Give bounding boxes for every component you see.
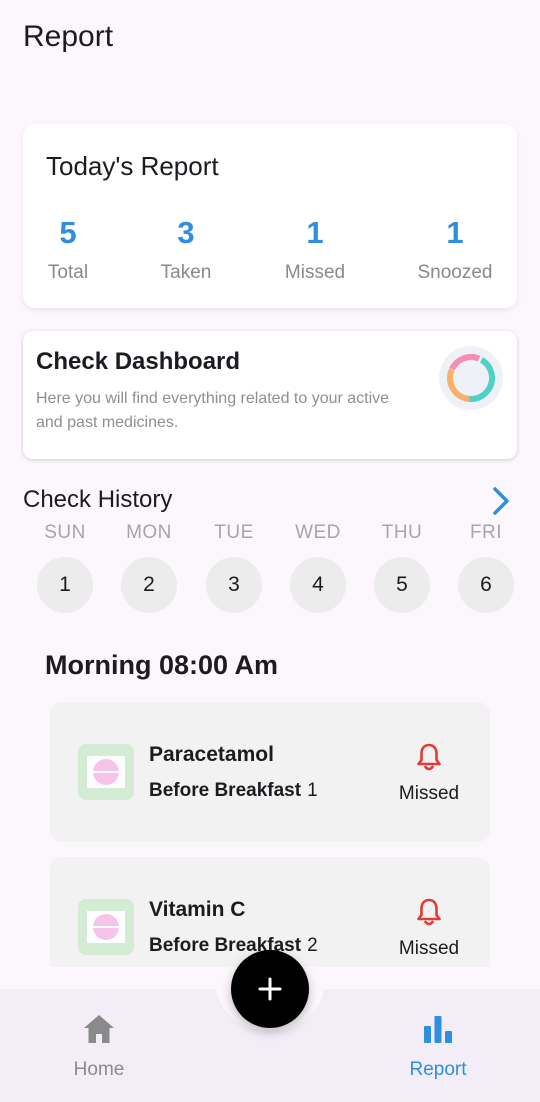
bell-icon <box>417 898 441 926</box>
stat-missed: 1 Missed <box>260 214 370 284</box>
home-icon <box>84 1015 114 1043</box>
stat-label: Snoozed <box>417 262 493 283</box>
day-name: SUN <box>44 522 86 543</box>
stat-label: Missed <box>284 262 346 283</box>
medicine-quantity: 1 <box>307 780 318 801</box>
day-date[interactable]: 5 <box>374 557 430 613</box>
pill-icon <box>78 744 134 800</box>
medicine-list: Paracetamol Before Breakfast 1 Missed Vit… <box>50 702 490 967</box>
pill-icon <box>78 899 134 955</box>
stat-label: Total <box>47 262 89 283</box>
day-name: TUE <box>214 522 254 543</box>
day-date[interactable]: 1 <box>37 557 93 613</box>
chevron-right-icon[interactable] <box>488 484 514 518</box>
medicine-card[interactable]: Paracetamol Before Breakfast 1 Missed <box>50 702 490 842</box>
day-name: THU <box>381 522 423 543</box>
medicine-status[interactable]: Missed <box>394 742 464 805</box>
schedule-heading: Morning 08:00 Am <box>45 650 279 680</box>
medicine-quantity: 2 <box>307 935 318 956</box>
medicine-name: Vitamin C <box>149 898 246 921</box>
day-name: WED <box>295 522 341 543</box>
day-item-thu[interactable]: THU 5 <box>360 522 444 613</box>
stat-value: 5 <box>59 215 77 250</box>
check-dashboard-card[interactable]: Check Dashboard Here you will find every… <box>23 331 517 459</box>
stat-snoozed: 1 Snoozed <box>400 214 510 284</box>
add-medicine-button[interactable] <box>231 950 309 1028</box>
stat-label: Taken <box>160 262 212 283</box>
page-title: Report <box>23 20 114 53</box>
day-item-tue[interactable]: TUE 3 <box>192 522 276 613</box>
plus-icon <box>258 977 282 1001</box>
day-name: FRI <box>469 522 503 543</box>
day-item-fri[interactable]: FRI 6 <box>444 522 517 613</box>
stat-value: 1 <box>306 215 324 250</box>
medicine-timing: Before Breakfast 1 <box>149 780 318 802</box>
medicine-name: Paracetamol <box>149 743 274 766</box>
day-item-sun[interactable]: SUN 1 <box>23 522 107 613</box>
stat-value: 1 <box>446 215 464 250</box>
timing-label: Before Breakfast <box>149 780 302 801</box>
stat-taken: 3 Taken <box>131 214 241 284</box>
day-date[interactable]: 6 <box>458 557 514 613</box>
status-label: Missed <box>398 938 460 959</box>
donut-chart-icon <box>439 346 503 410</box>
todays-report-card: Today's Report 5 Total 3 Taken 1 Missed … <box>23 124 517 308</box>
day-date[interactable]: 3 <box>206 557 262 613</box>
medicine-timing: Before Breakfast 2 <box>149 935 318 957</box>
stat-value: 3 <box>177 215 195 250</box>
nav-item-home[interactable]: Home <box>44 1012 154 1081</box>
day-item-mon[interactable]: MON 2 <box>107 522 191 613</box>
status-label: Missed <box>398 783 460 804</box>
history-title: Check History <box>23 486 173 513</box>
nav-label-home: Home <box>73 1059 125 1080</box>
day-date[interactable]: 4 <box>290 557 346 613</box>
nav-item-report[interactable]: Report <box>383 1012 493 1081</box>
bar-chart-icon <box>424 1016 452 1043</box>
bell-icon <box>417 743 441 771</box>
day-item-wed[interactable]: WED 4 <box>276 522 360 613</box>
nav-label-report: Report <box>409 1059 467 1080</box>
day-date[interactable]: 2 <box>121 557 177 613</box>
day-name: MON <box>126 522 172 543</box>
report-card-title: Today's Report <box>46 151 219 181</box>
dashboard-description: Here you will find everything related to… <box>36 390 390 431</box>
day-strip: SUN 1 MON 2 TUE 3 WED 4 THU 5 FRI 6 <box>23 522 517 622</box>
stat-total: 5 Total <box>13 214 123 284</box>
dashboard-title: Check Dashboard <box>36 348 241 375</box>
medicine-status[interactable]: Missed <box>394 897 464 960</box>
